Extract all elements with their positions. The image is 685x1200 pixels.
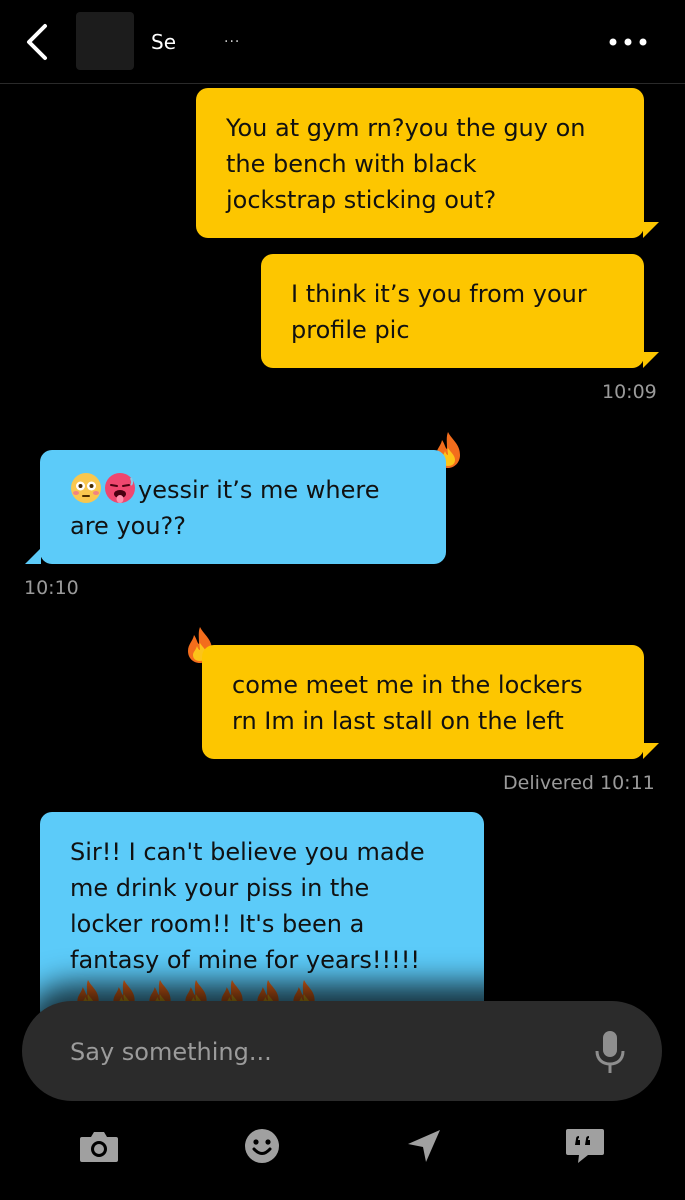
message-line: are you?? <box>70 512 187 540</box>
saved-phrases-button[interactable] <box>563 1124 607 1168</box>
message-line: yessir it’s me where <box>138 476 380 504</box>
avatar[interactable] <box>76 12 134 70</box>
message-line: the bench with black <box>226 150 477 178</box>
bubble-tail <box>643 352 659 368</box>
microphone-button[interactable] <box>590 1029 630 1075</box>
message-line: come meet me in the lockers <box>232 671 583 699</box>
message-timestamp: 10:10 <box>24 577 79 599</box>
microphone-icon <box>595 1031 625 1073</box>
message-outgoing[interactable]: come meet me in the lockers rn Im in las… <box>202 645 644 759</box>
message-line: fantasy of mine for years!!!!! <box>70 946 421 974</box>
emoji-button[interactable] <box>240 1124 284 1168</box>
message-line: profile pic <box>291 316 410 344</box>
message-timestamp: 10:09 <box>602 381 657 403</box>
message-line: You at gym rn?you the guy on <box>226 114 586 142</box>
bubble-tail <box>643 222 659 238</box>
more-options-button[interactable] <box>600 20 656 64</box>
quote-chat-icon <box>566 1129 604 1163</box>
message-line: jockstrap sticking out? <box>226 186 497 214</box>
smiley-icon <box>245 1129 279 1163</box>
delivery-status: Delivered 10:11 <box>503 772 655 794</box>
hot-face-emoji <box>105 473 135 503</box>
message-line: Sir!! I can't believe you made <box>70 838 425 866</box>
contact-extra: ... <box>224 30 241 46</box>
message-line: locker room!! It's been a <box>70 910 365 938</box>
camera-icon <box>80 1132 118 1162</box>
bubble-tail <box>643 743 659 759</box>
flushed-face-emoji <box>71 473 101 503</box>
message-outgoing[interactable]: You at gym rn?you the guy on the bench w… <box>196 88 644 238</box>
location-button[interactable] <box>402 1124 446 1168</box>
message-line: rn Im in last stall on the left <box>232 707 564 735</box>
message-line: I think it’s you from your <box>291 280 587 308</box>
contact-name[interactable]: Se <box>151 30 176 54</box>
location-arrow-icon <box>408 1130 440 1162</box>
message-composer <box>22 1001 662 1101</box>
message-input[interactable] <box>68 1031 552 1073</box>
message-line-with-emoji: yessir it’s me where <box>70 472 446 508</box>
chevron-left-icon <box>27 24 47 60</box>
camera-button[interactable] <box>77 1124 121 1168</box>
more-horizontal-icon <box>609 38 647 46</box>
message-incoming[interactable]: yessir it’s me where are you?? <box>40 450 446 564</box>
chat-header: Se ... <box>0 0 685 84</box>
bubble-tail <box>25 548 41 564</box>
message-outgoing[interactable]: I think it’s you from your profile pic <box>261 254 644 368</box>
message-line: me drink your piss in the <box>70 874 370 902</box>
back-button[interactable] <box>14 20 58 64</box>
